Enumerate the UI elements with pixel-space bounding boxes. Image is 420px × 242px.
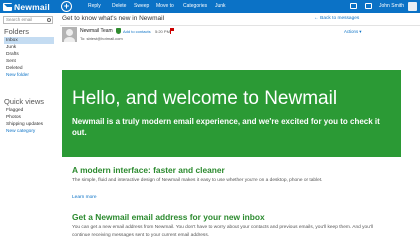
welcome-banner: Hello, and welcome to Newmail Newmail is… bbox=[62, 70, 401, 157]
sender-name[interactable]: Newmail Team bbox=[80, 28, 113, 34]
search-input[interactable]: Search email bbox=[3, 16, 53, 24]
learn-more-link[interactable]: Learn more bbox=[72, 195, 97, 200]
settings-icon[interactable] bbox=[365, 3, 372, 9]
sweep-button[interactable]: Sweep bbox=[134, 2, 149, 11]
user-avatar[interactable] bbox=[408, 2, 417, 11]
folder-inbox[interactable]: Inbox bbox=[4, 37, 54, 44]
delete-button[interactable]: Delete bbox=[112, 2, 126, 11]
mail-icon bbox=[3, 2, 16, 11]
section1-heading: A modern interface: faster and cleaner bbox=[72, 165, 225, 175]
back-to-messages-link[interactable]: ← Back to messages bbox=[314, 16, 359, 21]
folder-deleted[interactable]: Deleted bbox=[4, 65, 54, 72]
folders-heading: Folders bbox=[4, 27, 30, 36]
section1-text: The simple, fluid and interactive design… bbox=[72, 178, 323, 183]
chevron-down-icon: ▾ bbox=[358, 29, 362, 34]
header-divider bbox=[60, 25, 420, 26]
junk-button[interactable]: Junk bbox=[215, 2, 226, 11]
messaging-icon[interactable] bbox=[350, 3, 357, 9]
trusted-sender-shield-icon bbox=[116, 28, 121, 34]
quick-view-photos[interactable]: Photos bbox=[4, 114, 54, 121]
folder-sent[interactable]: Sent bbox=[4, 58, 54, 65]
new-message-button[interactable]: + bbox=[61, 1, 72, 12]
new-category-link[interactable]: New category bbox=[4, 128, 54, 135]
new-folder-link[interactable]: New folder bbox=[4, 72, 54, 79]
flag-icon[interactable] bbox=[170, 28, 174, 34]
message-time: 5:20 PM bbox=[155, 29, 170, 34]
banner-subtext: Newmail is a truly modern email experien… bbox=[72, 117, 380, 137]
actions-menu[interactable]: Actions ▾ bbox=[344, 29, 361, 35]
message-subject: Get to know what's new in Newmail bbox=[62, 15, 165, 22]
banner-heading: Hello, and welcome to Newmail bbox=[72, 88, 338, 109]
quick-view-shipping[interactable]: Shipping updates bbox=[4, 121, 54, 128]
quick-view-flagged[interactable]: Flagged bbox=[4, 107, 54, 114]
reply-button[interactable]: Reply bbox=[88, 2, 101, 11]
app-name: Newmail bbox=[14, 1, 50, 12]
section2-text: You can get a new email address from New… bbox=[72, 225, 373, 238]
actions-label: Actions bbox=[344, 29, 359, 34]
back-label: Back to messages bbox=[320, 16, 360, 21]
recipient-line: To: sbtest@hotmail.com bbox=[80, 36, 123, 41]
quick-views-heading: Quick views bbox=[4, 97, 45, 106]
app-logo[interactable]: Newmail bbox=[3, 1, 50, 12]
sidebar: Search email Folders Inbox Junk Drafts S… bbox=[0, 13, 56, 242]
search-placeholder: Search email bbox=[6, 17, 33, 22]
user-name[interactable]: John Smith bbox=[379, 2, 404, 11]
top-bar: Newmail + Reply Delete Sweep Move to Cat… bbox=[0, 0, 420, 13]
move-to-button[interactable]: Move to bbox=[156, 2, 174, 11]
sender-avatar bbox=[62, 27, 77, 42]
search-icon[interactable] bbox=[47, 18, 51, 22]
categories-button[interactable]: Categories bbox=[183, 2, 207, 11]
folder-junk[interactable]: Junk bbox=[4, 44, 54, 51]
add-to-contacts-link[interactable]: Add to contacts bbox=[123, 29, 151, 34]
folder-drafts[interactable]: Drafts bbox=[4, 51, 54, 58]
section2-heading: Get a Newmail email address for your new… bbox=[72, 212, 265, 222]
